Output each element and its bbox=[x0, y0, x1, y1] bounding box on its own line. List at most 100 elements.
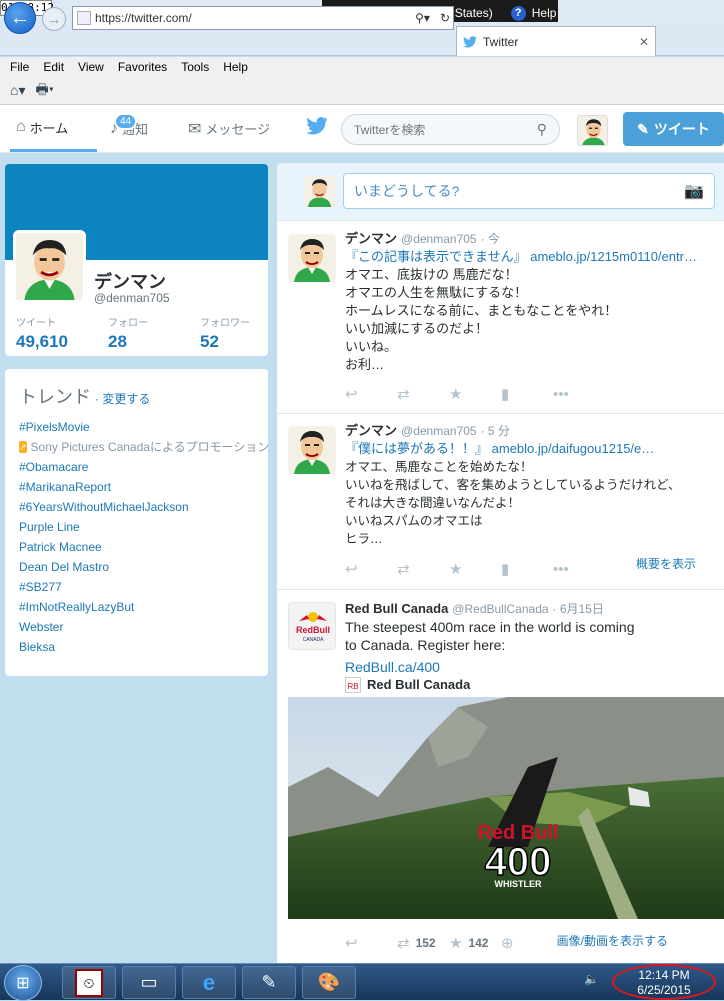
trend-item[interactable]: #MarikanaReport bbox=[19, 477, 268, 497]
tweet-avatar[interactable]: RedBull CANADA bbox=[288, 602, 336, 650]
menu-view[interactable]: View bbox=[78, 60, 104, 74]
nav-messages[interactable]: ✉ メッセージ bbox=[188, 105, 270, 152]
like-star-icon[interactable]: ★ bbox=[449, 385, 501, 403]
tweet-avatar[interactable] bbox=[288, 234, 336, 282]
search-box[interactable]: ⚲ bbox=[341, 114, 560, 145]
tweet-time[interactable]: · 今 bbox=[481, 230, 500, 248]
avatar-caricature-icon bbox=[288, 234, 336, 282]
stat-followers[interactable]: フォロワー 52 bbox=[200, 314, 250, 352]
trend-item[interactable]: Purple Line bbox=[19, 517, 268, 537]
composer-avatar bbox=[304, 176, 335, 207]
trend-item[interactable]: #ImNotReallyLazyBut bbox=[19, 597, 268, 617]
menu-file[interactable]: File bbox=[10, 60, 29, 74]
tweet-author-name[interactable]: デンマン bbox=[345, 422, 397, 440]
tweet-item[interactable]: デンマン @denman705 · 今 『この記事は表示できません』 amebl… bbox=[277, 222, 724, 414]
tweet-avatar[interactable] bbox=[288, 426, 336, 474]
reply-icon[interactable]: ↩ bbox=[345, 385, 397, 403]
browser-tab-twitter[interactable]: Twitter ✕ bbox=[456, 26, 656, 56]
tweet-author-handle[interactable]: @denman705 bbox=[401, 230, 477, 248]
taskbar-drive[interactable]: ▭ bbox=[122, 966, 176, 999]
trend-item[interactable]: #PixelsMovie bbox=[19, 417, 268, 437]
show-media-link[interactable]: 画像/動画を表示する bbox=[557, 932, 668, 949]
menu-edit[interactable]: Edit bbox=[43, 60, 64, 74]
tweet-button[interactable]: ✎ ツイート bbox=[623, 112, 724, 146]
trends-change-link[interactable]: · 変更する bbox=[95, 390, 150, 407]
trends-title: トレンド bbox=[19, 387, 91, 407]
reply-icon[interactable]: ↩ bbox=[345, 934, 397, 952]
follow-user-icon[interactable]: ⊕ bbox=[501, 934, 553, 952]
tray-clock[interactable]: 12:14 PM 6/25/2015 bbox=[612, 964, 716, 1000]
tweet-author-handle[interactable]: @RedBullCanada bbox=[452, 600, 548, 618]
retweet-icon[interactable]: ⇄ 152 bbox=[397, 934, 449, 952]
trend-item[interactable]: Bieksa bbox=[19, 637, 268, 657]
card-author-name[interactable]: Red Bull Canada bbox=[367, 676, 470, 694]
trend-promoted-item[interactable]: ↗ Sony Pictures Canadaによるプロモーション bbox=[19, 437, 269, 457]
trend-label: #PixelsMovie bbox=[19, 420, 90, 434]
forward-button[interactable]: → bbox=[42, 7, 66, 31]
search-icon[interactable]: ⚲ bbox=[537, 121, 547, 138]
taskbar-internet-explorer[interactable]: e bbox=[182, 966, 236, 999]
stat-following[interactable]: フォロー 28 bbox=[108, 314, 148, 352]
analytics-icon[interactable]: ▮ bbox=[501, 560, 553, 578]
taskbar-notepad[interactable]: ✎ bbox=[242, 966, 296, 999]
nav-home[interactable]: ⌂ ホーム bbox=[10, 105, 97, 152]
tweet-author-name[interactable]: デンマン bbox=[345, 230, 397, 248]
more-icon[interactable]: ••• bbox=[553, 560, 605, 578]
tweet-author-handle[interactable]: @denman705 bbox=[401, 422, 477, 440]
tweet-text: The steepest 400m race in the world is c… bbox=[345, 619, 635, 653]
start-button[interactable]: ⊞ bbox=[4, 965, 42, 1001]
menu-tools[interactable]: Tools bbox=[181, 60, 209, 74]
url-text[interactable]: https://twitter.com/ bbox=[95, 11, 408, 25]
svg-text:CANADA: CANADA bbox=[303, 637, 325, 643]
stat-tweets[interactable]: ツイート 49,610 bbox=[16, 314, 68, 352]
like-star-icon[interactable]: ★ 142 bbox=[449, 934, 501, 952]
home-page-icon[interactable]: ⌂▾ bbox=[10, 82, 25, 99]
help-label: Help bbox=[531, 6, 557, 20]
retweet-icon[interactable]: ⇄ bbox=[397, 560, 449, 578]
stat-label: フォロワー bbox=[200, 318, 250, 329]
expand-summary-link[interactable]: 概要を表示 bbox=[636, 555, 696, 572]
analytics-icon[interactable]: ▮ bbox=[501, 385, 553, 403]
camera-icon[interactable]: 📷 bbox=[684, 181, 704, 201]
taskbar-clock-app[interactable]: ⏲ bbox=[62, 966, 116, 999]
trend-item[interactable]: Webster bbox=[19, 617, 268, 637]
search-dropdown-icon[interactable]: ⚲▾ bbox=[412, 11, 433, 25]
menu-favorites[interactable]: Favorites bbox=[118, 60, 167, 74]
back-button[interactable]: ← bbox=[4, 2, 36, 34]
trend-item[interactable]: #SB277 bbox=[19, 577, 268, 597]
address-bar[interactable]: https://twitter.com/ ⚲▾ ↻ bbox=[72, 6, 454, 30]
compose-input[interactable]: いまどうしてる? 📷 bbox=[343, 173, 715, 209]
menu-help[interactable]: Help bbox=[223, 60, 248, 74]
tweet-time[interactable]: · 5 分 bbox=[481, 422, 510, 440]
profile-handle[interactable]: @denman705 bbox=[94, 291, 170, 305]
profile-avatar[interactable] bbox=[13, 230, 86, 303]
home-icon: ⌂ bbox=[16, 118, 26, 135]
retweet-icon[interactable]: ⇄ bbox=[397, 385, 449, 403]
help-icon: ? bbox=[510, 5, 526, 21]
tweet-link[interactable]: RedBull.ca/400 bbox=[345, 658, 720, 676]
trend-item[interactable]: #6YearsWithoutMichaelJackson bbox=[19, 497, 268, 517]
search-input[interactable] bbox=[354, 122, 537, 137]
close-tab-icon[interactable]: ✕ bbox=[639, 35, 655, 49]
taskbar-paint[interactable]: 🎨 bbox=[302, 966, 356, 999]
trend-item[interactable]: Patrick Macnee bbox=[19, 537, 268, 557]
tweet-media-video[interactable]: Red Bull 400 WHISTLER bbox=[288, 697, 724, 919]
tweet-author-name[interactable]: Red Bull Canada bbox=[345, 600, 448, 618]
tweet-time[interactable]: · 6月15日 bbox=[553, 600, 604, 618]
tweet-link[interactable]: ameblo.jp/daifugou1215/e… bbox=[492, 441, 655, 456]
refresh-icon[interactable]: ↻ bbox=[437, 11, 453, 25]
twitter-bird-icon bbox=[463, 35, 477, 47]
trend-item[interactable]: Dean Del Mastro bbox=[19, 557, 268, 577]
more-icon[interactable]: ••• bbox=[553, 385, 605, 403]
avatar-caricature-icon bbox=[288, 426, 336, 474]
tray-date: 6/25/2015 bbox=[637, 983, 691, 997]
tray-volume-icon[interactable]: 🔈 bbox=[584, 972, 599, 986]
tweet-link[interactable]: ameblo.jp/1215m0110/entr… bbox=[530, 249, 697, 264]
tweet-item[interactable]: デンマン @denman705 · 5 分 『僕には夢がある！！』 ameblo… bbox=[277, 414, 724, 590]
twitter-logo-icon[interactable] bbox=[306, 117, 328, 135]
like-star-icon[interactable]: ★ bbox=[449, 560, 501, 578]
trend-item[interactable]: #Obamacare bbox=[19, 457, 268, 477]
print-icon[interactable]: 🖶▾ bbox=[35, 79, 53, 103]
reply-icon[interactable]: ↩ bbox=[345, 560, 397, 578]
account-avatar[interactable] bbox=[577, 115, 608, 146]
